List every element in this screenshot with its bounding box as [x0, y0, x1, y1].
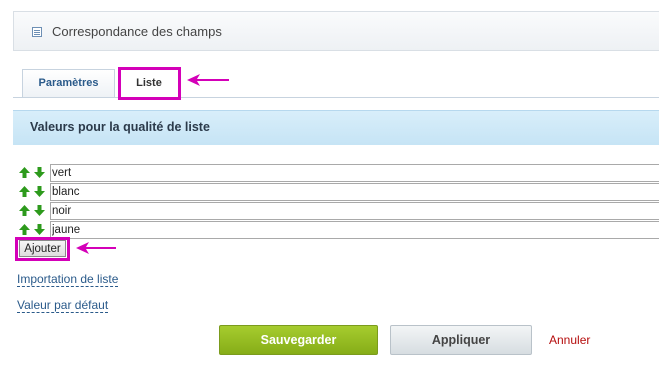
- annotation-arrow-icon: [187, 74, 229, 86]
- import-list-link[interactable]: Importation de liste: [17, 273, 119, 287]
- list-value-input[interactable]: [50, 164, 659, 182]
- cancel-link[interactable]: Annuler: [549, 333, 590, 347]
- list-item: [19, 183, 659, 201]
- list-item: [19, 221, 659, 239]
- arrow-down-icon[interactable]: [34, 186, 45, 197]
- arrow-up-icon[interactable]: [19, 186, 30, 197]
- apply-button[interactable]: Appliquer: [390, 325, 532, 355]
- page-header: Correspondance des champs: [13, 11, 659, 51]
- page-title: Correspondance des champs: [52, 24, 222, 39]
- list-item: [19, 202, 659, 220]
- section-header: Valeurs pour la qualité de liste: [13, 110, 659, 145]
- annotation-arrow-icon: [76, 242, 116, 254]
- list-value-input[interactable]: [50, 202, 659, 220]
- add-button[interactable]: Ajouter: [19, 240, 66, 257]
- tab-parametres[interactable]: Paramètres: [22, 69, 115, 97]
- arrow-down-icon[interactable]: [34, 205, 45, 216]
- list-value-input[interactable]: [50, 183, 659, 201]
- default-value-link[interactable]: Valeur par défaut: [17, 299, 109, 313]
- arrow-down-icon[interactable]: [34, 224, 45, 235]
- section-title: Valeurs pour la qualité de liste: [30, 120, 210, 134]
- list-value-input[interactable]: [50, 221, 659, 239]
- arrow-down-icon[interactable]: [34, 167, 45, 178]
- document-icon: [32, 27, 42, 37]
- arrow-up-icon[interactable]: [19, 224, 30, 235]
- save-button[interactable]: Sauvegarder: [219, 325, 378, 355]
- arrow-up-icon[interactable]: [19, 167, 30, 178]
- tab-liste[interactable]: Liste: [118, 69, 180, 98]
- arrow-up-icon[interactable]: [19, 205, 30, 216]
- list-item: [19, 164, 659, 182]
- tabs-divider: [13, 97, 659, 98]
